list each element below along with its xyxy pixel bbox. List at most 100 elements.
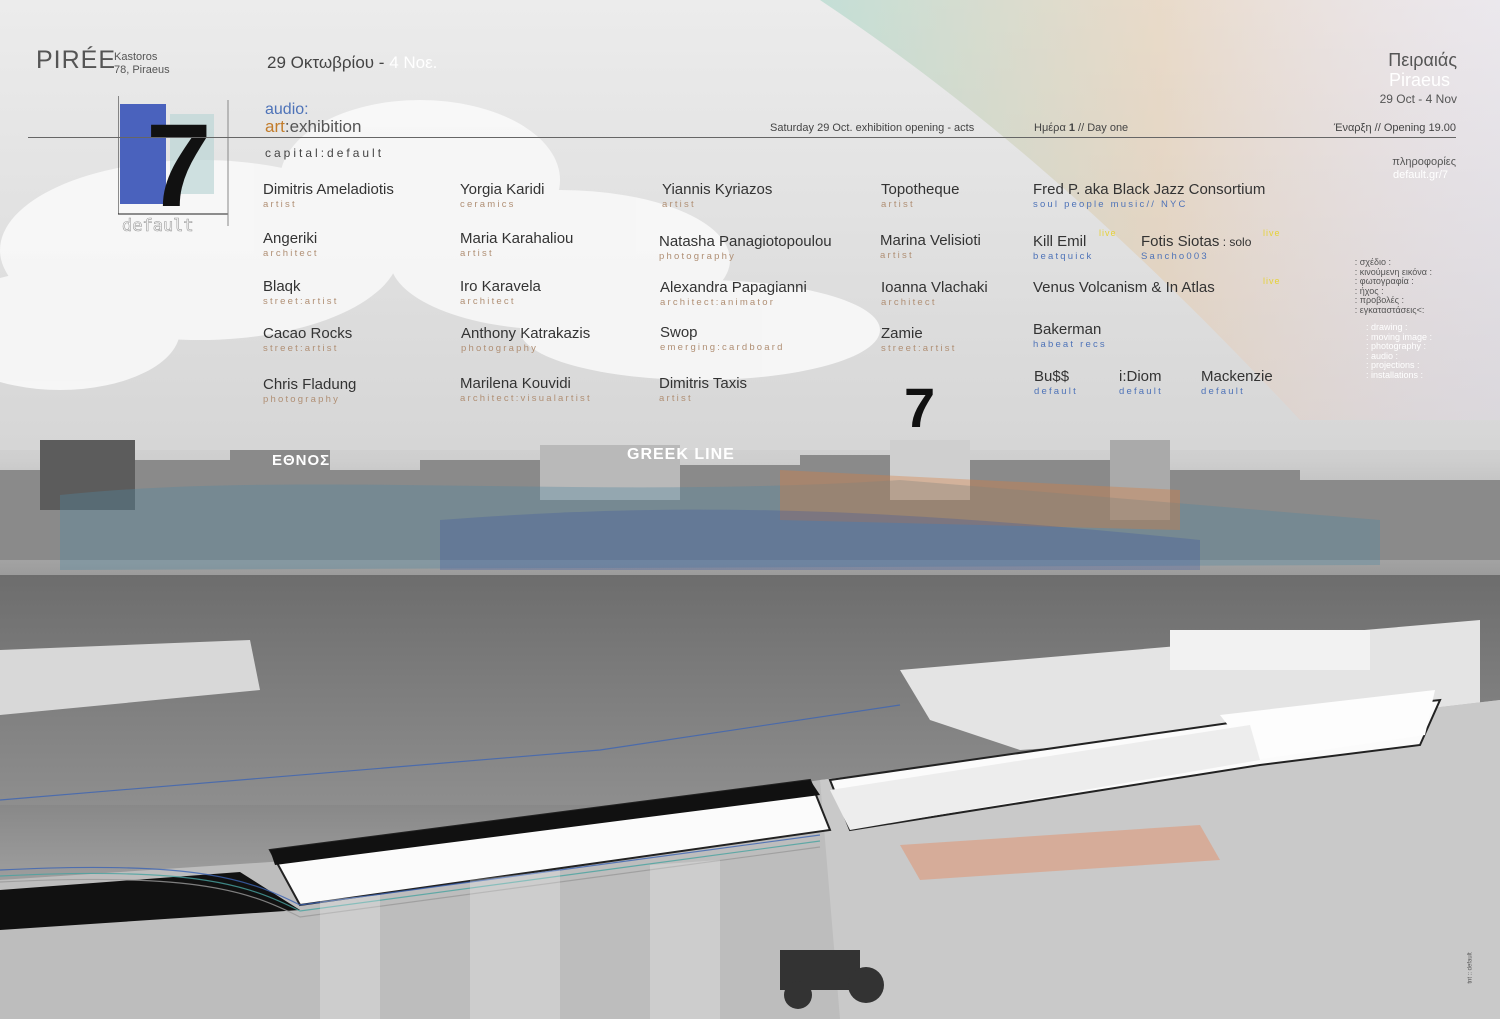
artist-name: Anthony Katrakazis (461, 325, 591, 342)
saturday-opening-line: Saturday 29 Oct. exhibition opening - ac… (770, 122, 975, 134)
act-label: default (1201, 386, 1245, 397)
artist-entry: Marilena Kouvidi architect:visualartist (460, 375, 592, 404)
artist-role: architect (460, 296, 516, 307)
artist-entry: Marina Velisioti artist (880, 232, 981, 261)
artist-role: architect (263, 248, 319, 259)
act-label: default (1034, 386, 1078, 397)
city-greek: Πειραιάς (1388, 50, 1457, 70)
artist-role: photography (659, 251, 737, 262)
address-line-1: Kastoros (114, 51, 158, 63)
artist-name: Chris Fladung (263, 376, 357, 393)
media-legend-english: : drawing : : moving image : : photograp… (1365, 322, 1432, 380)
act-name: Mackenzie (1201, 368, 1273, 385)
artist-role: street:artist (263, 296, 339, 307)
act-label: Sancho003 (1141, 251, 1209, 262)
artist-name: Natasha Panagiotopoulou (659, 233, 832, 250)
artist-name: Alexandra Papagianni (660, 279, 807, 296)
artist-entry: Iro Karavela architect (460, 278, 541, 307)
act-name: i:Diom (1119, 368, 1162, 385)
date-greek: 29 Οκτωβρίου - 4 Νοε. (267, 53, 437, 73)
act-name: Venus Volcanism & In Atlas (1033, 279, 1215, 296)
act-name-suffix: : solo (1219, 235, 1252, 249)
act-name: Bu$$ (1034, 368, 1070, 385)
artist-name: Swop (660, 324, 698, 341)
live-badge: live (1099, 228, 1117, 238)
act-name: Bakerman (1033, 321, 1102, 338)
artist-name: Maria Karahaliou (460, 230, 574, 247)
day-label-english: // Day one (1074, 122, 1129, 134)
divider-rule (28, 137, 1456, 138)
day-label-greek: Ημέρα (1034, 122, 1069, 134)
act-entry: Fotis Siotas : solo Sancho003 (1141, 233, 1251, 262)
act-name: Fotis Siotas : solo (1141, 233, 1251, 250)
artist-entry: Alexandra Papagianni architect:animator (660, 279, 807, 308)
artist-entry: Chris Fladung photography (263, 376, 356, 405)
artist-role: architect:visualartist (460, 393, 592, 404)
act-entry: i:Diom default (1119, 368, 1163, 397)
ethnos-sign: ΕΘΝΟΣ (272, 452, 331, 469)
artist-name: Angeriki (263, 230, 318, 247)
artist-entry: Dimitris Taxis artist (659, 375, 747, 404)
day-one-label: Ημέρα 1 // Day one (1034, 122, 1128, 134)
artist-role: emerging:cardboard (660, 342, 785, 353)
legend-item: : installations : (1365, 369, 1423, 380)
city-dates: 29 Oct - 4 Nov (1379, 92, 1457, 106)
act-entry: Bakerman habeat recs (1033, 321, 1107, 350)
artist-entry: Angeriki architect (263, 230, 319, 259)
artist-entry: Topotheque artist (881, 181, 959, 210)
artist-role: artist (880, 250, 914, 261)
artist-entry: Blaqk street:artist (263, 278, 339, 307)
artist-name: Marilena Kouvidi (460, 375, 571, 392)
artist-entry: Swop emerging:cardboard (660, 324, 785, 353)
artist-role: architect:animator (660, 297, 776, 308)
opening-time: Έναρξη // Opening 19.00 (1333, 122, 1456, 134)
artist-entry: Yorgia Karidi ceramics (460, 181, 545, 210)
artist-role: artist (659, 393, 693, 404)
art-exhibition-label: art:exhibition (265, 117, 361, 137)
act-entry: Mackenzie default (1201, 368, 1273, 397)
media-legend-greek: : σχέδιο : : κινούμενη εικόνα : : φωτογρ… (1354, 257, 1432, 315)
act-entry: Kill Emil beatquick (1033, 233, 1093, 262)
artist-role: architect (881, 297, 937, 308)
act-name-main: Fotis Siotas (1141, 233, 1220, 250)
info-greek: πληροφορίες (1392, 156, 1456, 168)
credit-text: tnt :: default (1467, 952, 1474, 984)
info-url-link[interactable]: default.gr/7 (1393, 169, 1448, 181)
city-english: Piraeus (1388, 70, 1450, 90)
act-label: habeat recs (1033, 339, 1107, 350)
act-entry: Venus Volcanism & In Atlas (1033, 279, 1215, 296)
date-greek-start: 29 Οκτωβρίου - (267, 53, 390, 72)
artist-entry: Anthony Katrakazis photography (461, 325, 590, 354)
legend-item: : εγκαταστάσεις<: (1354, 304, 1425, 315)
venue-address: Kastoros 78, Piraeus (114, 51, 170, 77)
artist-role: street:artist (881, 343, 957, 354)
artist-name: Yorgia Karidi (460, 181, 545, 198)
artist-name: Marina Velisioti (880, 232, 981, 249)
date-greek-end: 4 Νοε. (389, 53, 438, 72)
live-badge: live (1263, 228, 1281, 238)
artist-name: Iro Karavela (460, 278, 541, 295)
artist-name: Ioanna Vlachaki (881, 279, 988, 296)
artist-name: Dimitris Taxis (659, 375, 748, 392)
act-entry: Bu$$ default (1034, 368, 1078, 397)
artist-entry: Natasha Panagiotopoulou photography (659, 233, 832, 262)
artist-role: street:artist (263, 343, 339, 354)
artist-entry: Zamie street:artist (881, 325, 957, 354)
artist-role: artist (460, 248, 494, 259)
artist-name: Zamie (881, 325, 923, 342)
artist-name: Cacao Rocks (263, 325, 353, 342)
act-label: beatquick (1033, 251, 1094, 262)
act-label: default (1119, 386, 1163, 397)
artist-role: photography (461, 343, 539, 354)
artist-entry: Cacao Rocks street:artist (263, 325, 352, 354)
artist-role: artist (881, 199, 915, 210)
artist-role: ceramics (460, 199, 516, 210)
artist-name: Dimitris Ameladiotis (263, 181, 394, 198)
logo-seven-glyph: 7 (146, 100, 212, 232)
artist-entry: Yiannis Kyriazos artist (662, 181, 772, 210)
greek-line-sign: GREEK LINE (627, 446, 735, 463)
act-label: soul people music// NYC (1033, 199, 1188, 210)
logo-seven-icon: 7 default (118, 96, 229, 236)
artist-entry: Dimitris Ameladiotis artist (263, 181, 394, 210)
art-word: art (265, 117, 285, 136)
